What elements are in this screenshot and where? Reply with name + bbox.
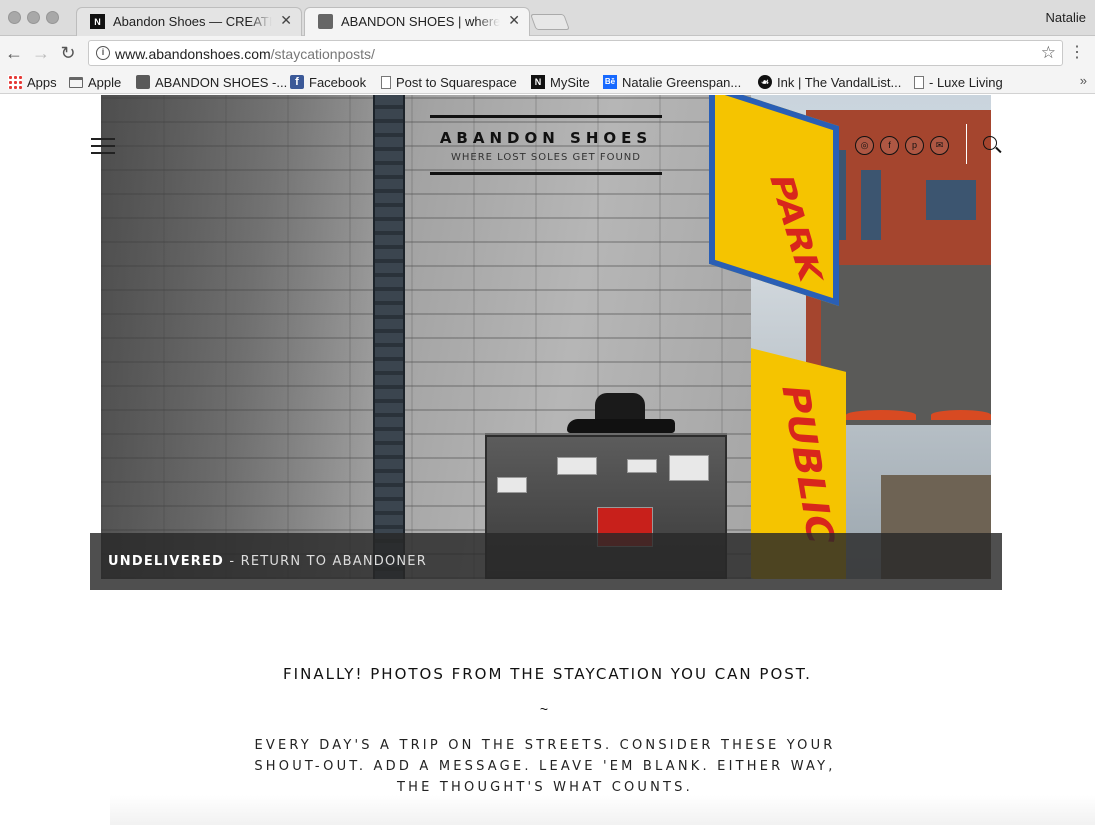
ink-icon: ☙ xyxy=(758,75,772,89)
hamburger-menu-icon[interactable] xyxy=(91,137,115,155)
post-headline: FINALLY! PHOTOS FROM THE STAYCATION YOU … xyxy=(283,665,812,683)
post-body: EVERY DAY'S A TRIP ON THE STREETS. CONSI… xyxy=(254,738,836,795)
instagram-icon[interactable]: ◎ xyxy=(855,136,874,155)
tab-title: Abandon Shoes — CREATIVE A xyxy=(113,14,272,29)
bookmark-facebook[interactable]: f Facebook xyxy=(290,73,366,91)
tab-abandon-shoes-staycation[interactable]: ABANDON SHOES | where lost ✕ xyxy=(304,7,530,36)
reload-icon[interactable]: ↻ xyxy=(58,43,78,63)
page-icon xyxy=(381,75,391,89)
back-arrow-icon[interactable]: ← xyxy=(4,43,24,63)
separator: ~ xyxy=(539,701,549,717)
cube-favicon-icon xyxy=(318,14,333,29)
hero-caption: UNDELIVERED - RETURN TO ABANDONER xyxy=(108,554,427,569)
bookmark-ink-vandallist[interactable]: ☙ Ink | The VandalList... xyxy=(758,73,901,91)
browser-menu-icon[interactable]: ⋮ xyxy=(1069,43,1085,63)
behance-icon: Bē xyxy=(603,75,617,89)
close-tab-icon[interactable]: ✕ xyxy=(508,12,520,29)
brand-name: ABANDON SHOES xyxy=(439,129,653,147)
profile-name[interactable]: Natalie xyxy=(1046,10,1086,25)
brand-tagline: WHERE LOST SOLES GET FOUND xyxy=(450,152,641,163)
facebook-icon: f xyxy=(290,75,304,89)
pinterest-icon[interactable]: p xyxy=(905,136,924,155)
bookmark-luxe-living[interactable]: - Luxe Living xyxy=(914,73,1003,91)
cube-icon xyxy=(136,75,150,89)
close-tab-icon[interactable]: ✕ xyxy=(280,12,292,29)
hero-caption-bar: UNDELIVERED - RETURN TO ABANDONER xyxy=(90,533,1002,590)
address-bar[interactable]: i www.abandonshoes.com/staycationposts/ … xyxy=(88,40,1063,66)
metal-pole xyxy=(373,95,405,579)
header-divider xyxy=(966,124,967,164)
more-bookmarks-icon[interactable]: » xyxy=(1080,73,1087,88)
page-icon xyxy=(914,75,924,89)
facebook-icon[interactable]: f xyxy=(880,136,899,155)
bookmark-apps[interactable]: Apps xyxy=(8,73,57,91)
site-logo[interactable]: ABANDON SHOES WHERE LOST SOLES GET FOUND xyxy=(430,115,662,175)
bookmarks-bar: Apps Apple ABANDON SHOES -... f Facebook … xyxy=(0,70,1095,94)
minimize-window-button[interactable] xyxy=(27,11,40,24)
forward-arrow-icon[interactable]: → xyxy=(31,43,51,63)
bookmark-star-icon[interactable]: ☆ xyxy=(1041,43,1056,63)
url-text[interactable]: www.abandonshoes.com/staycationposts/ xyxy=(115,46,375,62)
tab-strip: N Abandon Shoes — CREATIVE A ✕ ABANDON S… xyxy=(0,0,1095,36)
bookmark-abandon-shoes[interactable]: ABANDON SHOES -... xyxy=(136,73,287,91)
bookmark-apple[interactable]: Apple xyxy=(69,73,121,91)
search-icon[interactable] xyxy=(983,136,1003,156)
bookmark-mysite[interactable]: N MySite xyxy=(531,73,590,91)
web-page: PARK PUBLIC UNDELIVERED - RETURN TO ABAN… xyxy=(0,95,1095,825)
bookmark-post-to-squarespace[interactable]: Post to Squarespace xyxy=(381,73,517,91)
apps-grid-icon xyxy=(8,75,22,89)
n-favicon-icon: N xyxy=(90,14,105,29)
maximize-window-button[interactable] xyxy=(46,11,59,24)
bookmark-natalie-greenspan[interactable]: Bē Natalie Greenspan... xyxy=(603,73,741,91)
folder-icon xyxy=(69,76,83,88)
tab-title: ABANDON SHOES | where lost xyxy=(341,14,500,29)
site-info-icon[interactable]: i xyxy=(96,46,110,60)
tab-abandon-shoes-creative[interactable]: N Abandon Shoes — CREATIVE A ✕ xyxy=(76,7,302,36)
new-tab-button[interactable] xyxy=(530,14,570,30)
email-icon[interactable]: ✉ xyxy=(930,136,949,155)
browser-toolbar: ← → ↻ i www.abandonshoes.com/staycationp… xyxy=(0,36,1095,70)
black-shoe xyxy=(567,393,675,435)
close-window-button[interactable] xyxy=(8,11,21,24)
n-icon: N xyxy=(531,75,545,89)
